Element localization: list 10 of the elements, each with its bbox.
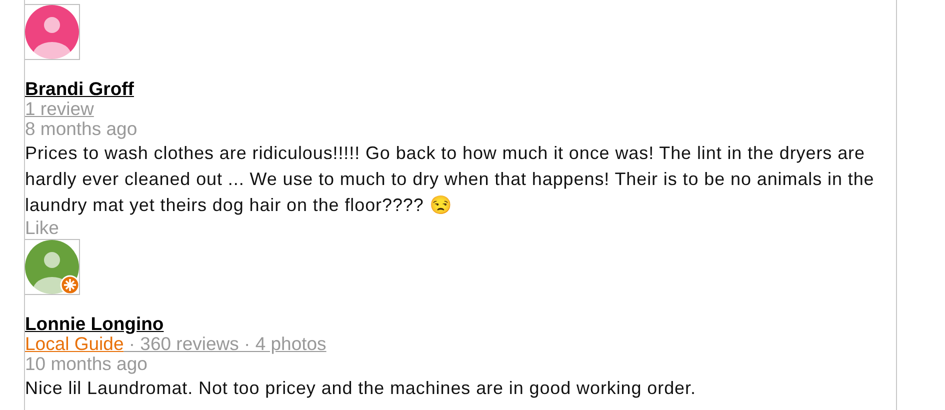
local-guide-link[interactable]: Local Guide — [25, 333, 124, 354]
review-count-link[interactable]: 1 review — [25, 98, 94, 119]
review-text: Prices to wash clothes are ridiculous!!!!! Go back to how much it once was! The lint in the dryers are hardly ever cleaned out ... We use to much to dry when that happens! Their is to be no animals in the laundry mat yet theirs dog hair on the floor???? 😒 — [25, 142, 875, 217]
reviewer-name[interactable]: Brandi Groff — [25, 79, 134, 99]
review-count-link[interactable]: · 360 reviews · 4 photos — [124, 333, 326, 354]
reviewer-name[interactable]: Lonnie Longino — [25, 314, 164, 334]
review-time: 10 months ago — [25, 354, 148, 373]
review-time: 8 months ago — [25, 119, 138, 138]
like-link[interactable]: Like — [25, 218, 59, 238]
review-text: Nice lil Laundromat. Not too pricey and the machines are in good working order. — [25, 377, 697, 400]
